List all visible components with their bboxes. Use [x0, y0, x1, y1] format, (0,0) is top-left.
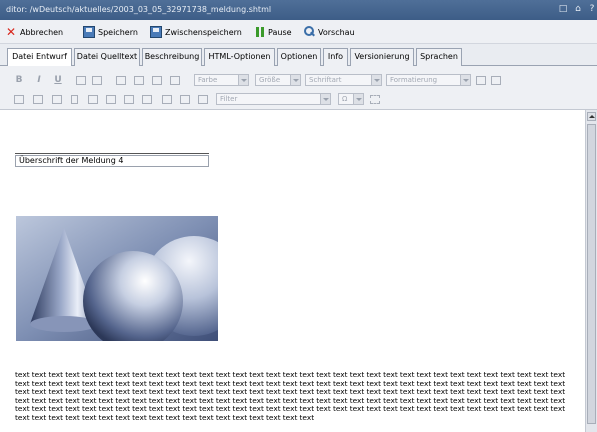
pause-icon: [255, 26, 265, 38]
tab-sprachen[interactable]: Sprachen: [416, 48, 462, 66]
anchor-icon[interactable]: [370, 95, 380, 104]
body-text[interactable]: text text text text text text text text …: [15, 370, 581, 422]
align-justify-icon[interactable]: [170, 76, 180, 85]
underline-icon[interactable]: U: [53, 75, 63, 85]
save-temp-button[interactable]: Zwischenspeichern: [150, 25, 242, 39]
main-toolbar: ✕ Abbrechen Speichern Zwischenspeichern …: [0, 20, 597, 44]
delete-row-icon[interactable]: [124, 95, 134, 104]
pause-label: Pause: [268, 27, 292, 37]
floppy-disk-icon: [150, 26, 162, 38]
tab-versionierung[interactable]: Versionierung: [350, 48, 414, 66]
tab-datei-entwurf[interactable]: Datei Entwurf: [7, 48, 72, 67]
color-select[interactable]: Farbe: [194, 74, 249, 86]
floppy-disk-icon: [83, 26, 95, 38]
chevron-down-icon: [371, 75, 381, 85]
save-temp-label: Zwischenspeichern: [165, 27, 242, 37]
split-cells-icon[interactable]: [198, 95, 208, 104]
tab-bar: Datei Entwurf Datei Quelltext Beschreibu…: [0, 44, 597, 67]
table-icon[interactable]: [33, 95, 43, 104]
tab-optionen[interactable]: Optionen: [277, 48, 321, 66]
person-icon[interactable]: [476, 76, 486, 85]
filter-select-value: Filter: [220, 95, 238, 103]
preview-label: Vorschau: [318, 27, 355, 37]
cell-props-icon[interactable]: [88, 95, 98, 104]
tab-datei-quelltext[interactable]: Datei Quelltext: [74, 48, 140, 66]
format-toolbar: B I U Farbe Größe Schriftart Formatierun…: [0, 66, 597, 110]
cancel-label: Abbrechen: [20, 27, 64, 37]
save-label: Speichern: [98, 27, 138, 37]
style-select[interactable]: Formatierung: [386, 74, 471, 86]
headline-field[interactable]: Überschrift der Meldung 4: [15, 155, 209, 167]
save-button[interactable]: Speichern: [83, 25, 138, 39]
size-select-value: Größe: [259, 76, 281, 84]
divider: [15, 153, 209, 154]
window-title: ditor: /wDeutsch/aktuelles/2003_03_05_32…: [6, 5, 272, 14]
filter-select[interactable]: Filter: [216, 93, 331, 105]
bold-icon[interactable]: B: [14, 75, 24, 85]
scroll-up-icon[interactable]: [587, 112, 596, 121]
home-icon[interactable]: ⌂: [573, 4, 583, 15]
font-select-value: Schriftart: [309, 76, 342, 84]
content-image[interactable]: [16, 216, 218, 341]
geometric-shapes-image: [16, 216, 218, 341]
close-icon: ✕: [5, 25, 17, 39]
image-insert-icon[interactable]: [491, 76, 501, 85]
vertical-scrollbar[interactable]: [585, 110, 597, 432]
tab-html-optionen[interactable]: HTML-Optionen: [204, 48, 275, 66]
align-center-icon[interactable]: [134, 76, 144, 85]
cell-icon[interactable]: [71, 95, 78, 104]
pause-button[interactable]: Pause: [255, 25, 292, 39]
magnifier-icon: [303, 26, 315, 38]
tab-info[interactable]: Info: [323, 48, 348, 66]
delete-column-icon[interactable]: [162, 95, 172, 104]
bullet-list-icon[interactable]: [92, 76, 102, 85]
align-right-icon[interactable]: [152, 76, 162, 85]
align-left-icon[interactable]: [116, 76, 126, 85]
style-select-value: Formatierung: [390, 76, 438, 84]
special-char-value: Ω: [342, 95, 348, 103]
chevron-down-icon: [290, 75, 300, 85]
editor-window: ditor: /wDeutsch/aktuelles/2003_03_05_32…: [0, 0, 597, 432]
size-select[interactable]: Größe: [255, 74, 301, 86]
chevron-down-icon: [238, 75, 248, 85]
chevron-down-icon: [460, 75, 470, 85]
maximize-icon[interactable]: □: [558, 4, 568, 15]
italic-icon[interactable]: I: [34, 75, 44, 85]
insert-column-icon[interactable]: [142, 95, 152, 104]
table-props-icon[interactable]: [52, 95, 62, 104]
title-bar: ditor: /wDeutsch/aktuelles/2003_03_05_32…: [0, 0, 597, 20]
special-char-select[interactable]: Ω: [338, 93, 364, 105]
chevron-down-icon: [320, 94, 330, 104]
undo-icon[interactable]: [14, 95, 24, 104]
merge-cells-icon[interactable]: [180, 95, 190, 104]
numbered-list-icon[interactable]: [76, 76, 86, 85]
insert-row-icon[interactable]: [106, 95, 116, 104]
chevron-down-icon: [353, 94, 363, 104]
preview-button[interactable]: Vorschau: [303, 25, 355, 39]
color-select-value: Farbe: [198, 76, 218, 84]
tab-beschreibung[interactable]: Beschreibung: [142, 48, 202, 66]
font-select[interactable]: Schriftart: [305, 74, 382, 86]
cancel-button[interactable]: ✕ Abbrechen: [5, 25, 63, 39]
help-icon[interactable]: ?: [587, 4, 597, 15]
scroll-thumb[interactable]: [587, 124, 596, 424]
